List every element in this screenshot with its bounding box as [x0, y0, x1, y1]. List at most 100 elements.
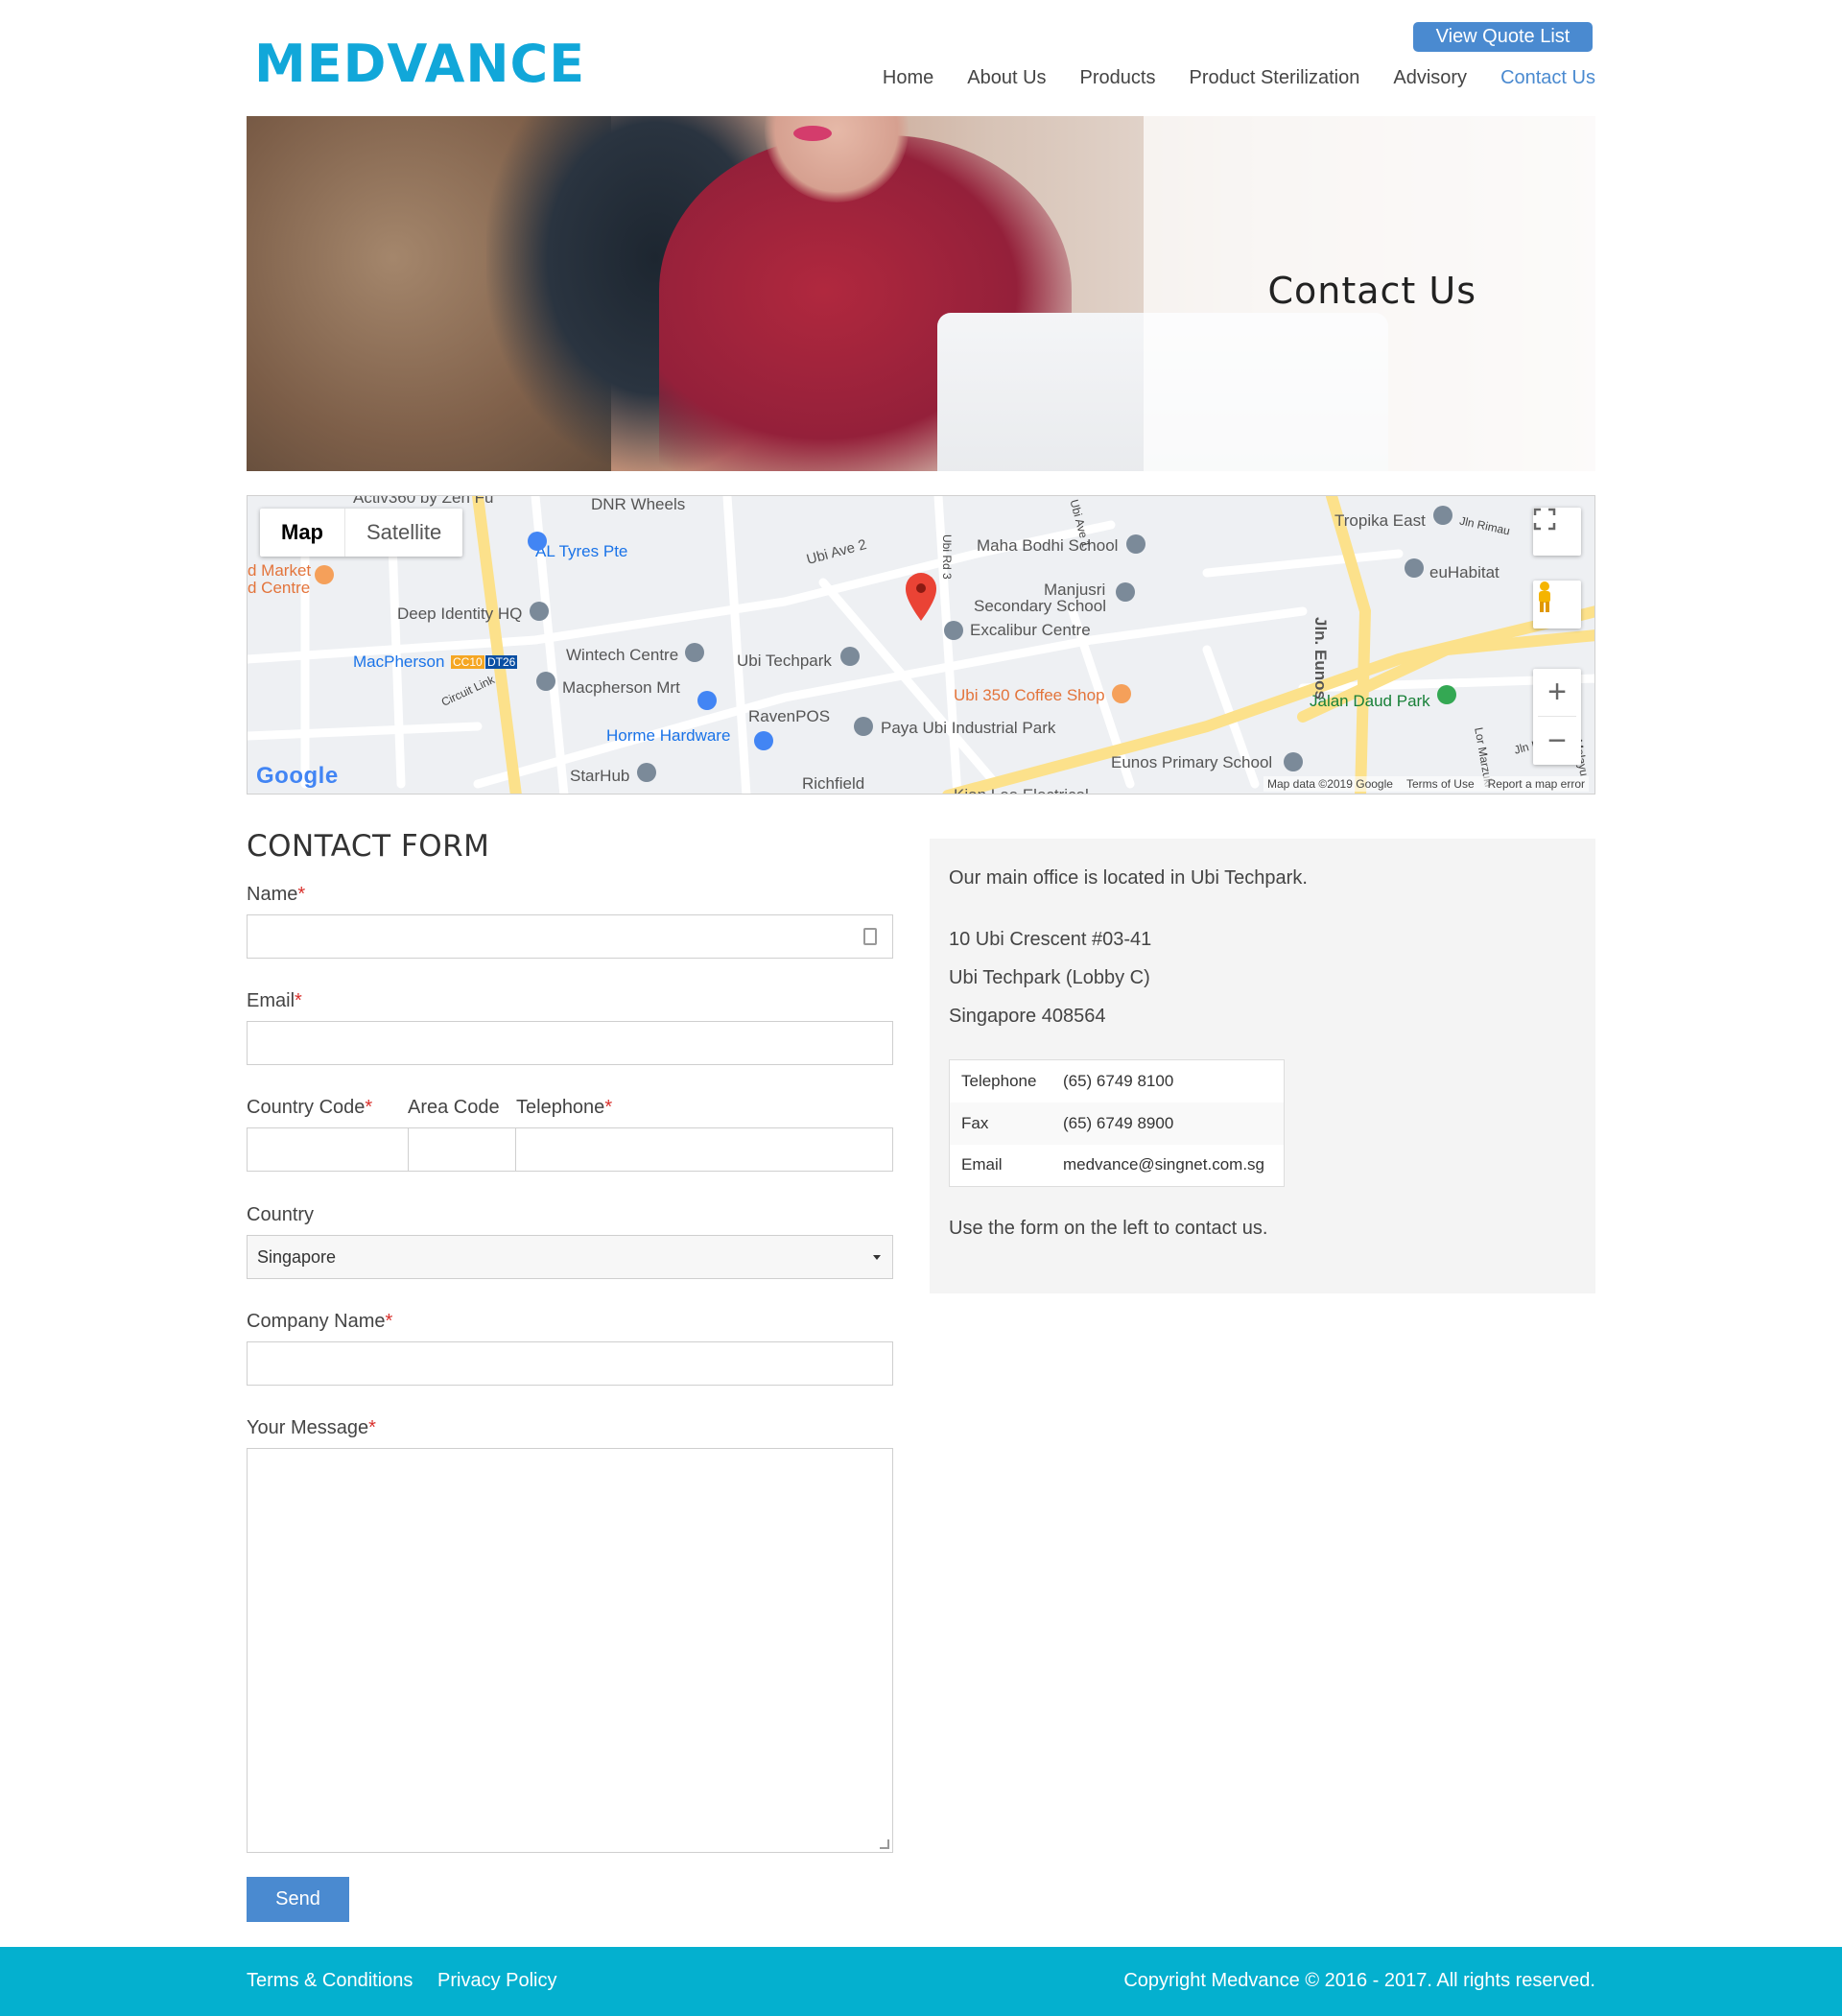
- country-select[interactable]: Singapore: [247, 1235, 893, 1279]
- map-label: d Market: [248, 561, 312, 580]
- map-label: Wintech Centre: [566, 646, 679, 664]
- country-select-value: Singapore: [257, 1246, 337, 1267]
- map-label: CC10: [451, 655, 484, 669]
- nav-advisory[interactable]: Advisory: [1393, 67, 1467, 89]
- nav-home[interactable]: Home: [883, 67, 933, 89]
- google-map[interactable]: Map Satellite Activ360 by Zen Fu DNR Whe…: [247, 495, 1595, 795]
- name-field-wrapper: [247, 914, 893, 959]
- telephone-wrapper: [515, 1127, 893, 1172]
- map-type-toggle: Map Satellite: [260, 509, 463, 557]
- main-nav: Home About Us Products Product Steriliza…: [849, 67, 1595, 89]
- hero-banner: Contact Us: [247, 116, 1595, 471]
- map-type-map[interactable]: Map: [260, 509, 345, 557]
- map-label: AL Tyres Pte: [535, 542, 628, 560]
- map-label: DT26: [485, 655, 518, 669]
- map-label: Horme Hardware: [606, 726, 731, 745]
- map-label: Ubi 350 Coffee Shop: [954, 686, 1105, 704]
- map-data-attribution: Map data ©2019 Google: [1267, 777, 1393, 791]
- map-label: Ubi Techpark: [737, 652, 832, 670]
- map-terms-link[interactable]: Terms of Use: [1406, 777, 1475, 791]
- address-line: Ubi Techpark (Lobby C): [949, 967, 1150, 988]
- company-name-wrapper: [247, 1341, 893, 1386]
- table-row: Email medvance@singnet.com.sg: [950, 1145, 1285, 1187]
- contact-value: (65) 6749 8100: [1062, 1071, 1174, 1090]
- contact-label: Telephone: [961, 1071, 1037, 1090]
- message-field[interactable]: [248, 1449, 892, 1852]
- contact-email-link[interactable]: medvance@singnet.com.sg: [1051, 1145, 1285, 1187]
- map-label: Maha Bodhi School: [977, 536, 1119, 555]
- google-logo: Google: [256, 763, 339, 789]
- zoom-out-icon[interactable]: −: [1547, 717, 1567, 765]
- site-footer: Terms & Conditions Privacy Policy Copyri…: [0, 1947, 1842, 2016]
- map-label: Paya Ubi Industrial Park: [881, 719, 1056, 737]
- map-label: Macpherson Mrt: [562, 678, 680, 697]
- map-label: Ubi Rd 3: [940, 534, 954, 580]
- name-label: Name*: [247, 884, 306, 905]
- logo-text: MEDVANCE: [254, 34, 586, 94]
- terms-link[interactable]: Terms & Conditions: [247, 1970, 413, 1992]
- form-note: Use the form on the left to contact us.: [949, 1218, 1268, 1239]
- map-label: d Centre: [248, 579, 311, 597]
- zoom-control: + −: [1533, 669, 1581, 765]
- telephone-field[interactable]: [516, 1128, 892, 1171]
- zoom-in-icon[interactable]: +: [1538, 669, 1576, 717]
- area-code-wrapper: [408, 1127, 516, 1172]
- telephone-label: Telephone*: [516, 1097, 613, 1118]
- message-label: Your Message*: [247, 1417, 376, 1438]
- office-info-panel: Our main office is located in Ubi Techpa…: [930, 839, 1595, 1293]
- fullscreen-icon[interactable]: [1533, 508, 1581, 556]
- send-button[interactable]: Send: [247, 1877, 349, 1922]
- map-label: Eunos Primary School: [1111, 753, 1273, 771]
- medvance-logo[interactable]: MEDVANCE: [254, 33, 585, 96]
- office-intro: Our main office is located in Ubi Techpa…: [949, 867, 1308, 889]
- message-wrapper: [247, 1448, 893, 1853]
- chevron-down-icon: [873, 1255, 881, 1260]
- map-label: DNR Wheels: [591, 495, 686, 513]
- email-label: Email*: [247, 990, 302, 1011]
- site-header: MEDVANCE View Quote List Home About Us P…: [247, 0, 1595, 116]
- map-type-satellite[interactable]: Satellite: [345, 509, 462, 557]
- map-label: Richfield: [802, 774, 865, 793]
- contact-label: Email: [961, 1155, 1003, 1174]
- country-label: Country: [247, 1204, 315, 1225]
- map-label: Jln. Eunos: [1311, 617, 1330, 700]
- nav-contact-us[interactable]: Contact Us: [1500, 67, 1595, 89]
- map-report-link[interactable]: Report a map error: [1488, 777, 1585, 791]
- map-footer: Map data ©2019 Google Terms of Use Repor…: [1263, 776, 1589, 792]
- contact-label: Fax: [949, 1102, 1051, 1145]
- nav-product-sterilization[interactable]: Product Sterilization: [1189, 67, 1359, 89]
- map-label: Kian Lee Electrical: [954, 786, 1089, 794]
- area-code-label: Area Code: [408, 1097, 500, 1118]
- company-name-label: Company Name*: [247, 1311, 393, 1332]
- address-line: Singapore 408564: [949, 1006, 1106, 1027]
- name-field[interactable]: [248, 915, 892, 958]
- country-code-label: Country Code*: [247, 1097, 373, 1118]
- table-row: Fax (65) 6749 8900: [949, 1102, 1285, 1145]
- table-row: Telephone (65) 6749 8100: [950, 1060, 1285, 1103]
- map-label: Secondary School: [974, 597, 1106, 615]
- contact-value: (65) 6749 8900: [1051, 1102, 1285, 1145]
- street-view-pegman-icon[interactable]: [1533, 581, 1581, 629]
- nav-products[interactable]: Products: [1080, 67, 1156, 89]
- email-field[interactable]: [248, 1022, 892, 1064]
- hero-person-lips: [793, 126, 832, 141]
- map-label: Tropika East: [1334, 511, 1426, 530]
- area-code-field[interactable]: [409, 1128, 515, 1171]
- map-label: Excalibur Centre: [970, 621, 1091, 639]
- contact-card-icon: [863, 928, 877, 945]
- contact-form-title: CONTACT FORM: [247, 829, 490, 864]
- privacy-policy-link[interactable]: Privacy Policy: [437, 1970, 556, 1992]
- country-code-field[interactable]: [248, 1128, 408, 1171]
- company-name-field[interactable]: [248, 1342, 892, 1385]
- map-label: Deep Identity HQ: [397, 605, 523, 623]
- email-field-wrapper: [247, 1021, 893, 1065]
- copyright-text: Copyright Medvance © 2016 - 2017. All ri…: [1123, 1970, 1595, 1991]
- country-code-wrapper: [247, 1127, 409, 1172]
- map-label: MacPherson: [353, 652, 445, 671]
- hero-title: Contact Us: [1267, 270, 1476, 312]
- nav-about-us[interactable]: About Us: [967, 67, 1046, 89]
- contact-details-table: Telephone (65) 6749 8100 Fax (65) 6749 8…: [949, 1059, 1285, 1187]
- resize-handle-icon[interactable]: [880, 1839, 889, 1849]
- view-quote-list-button[interactable]: View Quote List: [1413, 22, 1593, 52]
- map-label: RavenPOS: [748, 707, 831, 725]
